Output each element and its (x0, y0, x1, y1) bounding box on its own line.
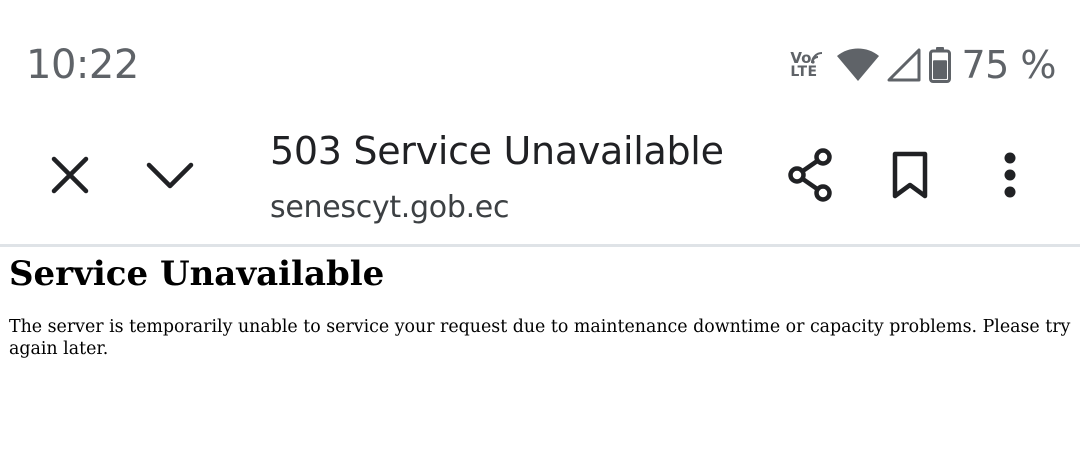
status-icons: Vo LTE 75 % (790, 40, 1056, 90)
share-icon (788, 148, 832, 202)
wifi-icon (837, 48, 880, 81)
battery-fill (933, 60, 948, 80)
battery-percent: 75 % (961, 43, 1056, 87)
page-url[interactable]: senescyt.gob.ec (270, 188, 509, 228)
bookmark-button[interactable] (878, 143, 942, 207)
minimize-button[interactable] (138, 143, 202, 207)
close-icon (51, 156, 89, 194)
close-button[interactable] (38, 143, 102, 207)
status-time: 10:22 (26, 42, 139, 88)
bookmark-icon (892, 151, 928, 199)
error-message: The server is temporarily unable to serv… (9, 317, 1071, 359)
page-title: 503 Service Unavailable (270, 129, 724, 173)
more-vert-icon (1004, 152, 1016, 198)
volte-wave-icon (811, 52, 823, 64)
signal-icon (887, 48, 921, 82)
share-button[interactable] (778, 143, 842, 207)
volte-icon: Vo LTE (790, 51, 823, 79)
chevron-down-icon (146, 162, 194, 189)
battery-icon (929, 47, 952, 83)
status-bar: 10:22 Vo LTE 75 % (0, 0, 1080, 120)
volte-label-bottom: LTE (790, 64, 818, 80)
error-heading: Service Unavailable (9, 254, 385, 294)
more-options-button[interactable] (978, 143, 1042, 207)
volte-label-top: Vo (790, 49, 812, 67)
web-page-content: Service Unavailable The server is tempor… (0, 247, 1080, 474)
custom-tab-toolbar: 503 Service Unavailable senescyt.gob.ec (0, 120, 1080, 247)
